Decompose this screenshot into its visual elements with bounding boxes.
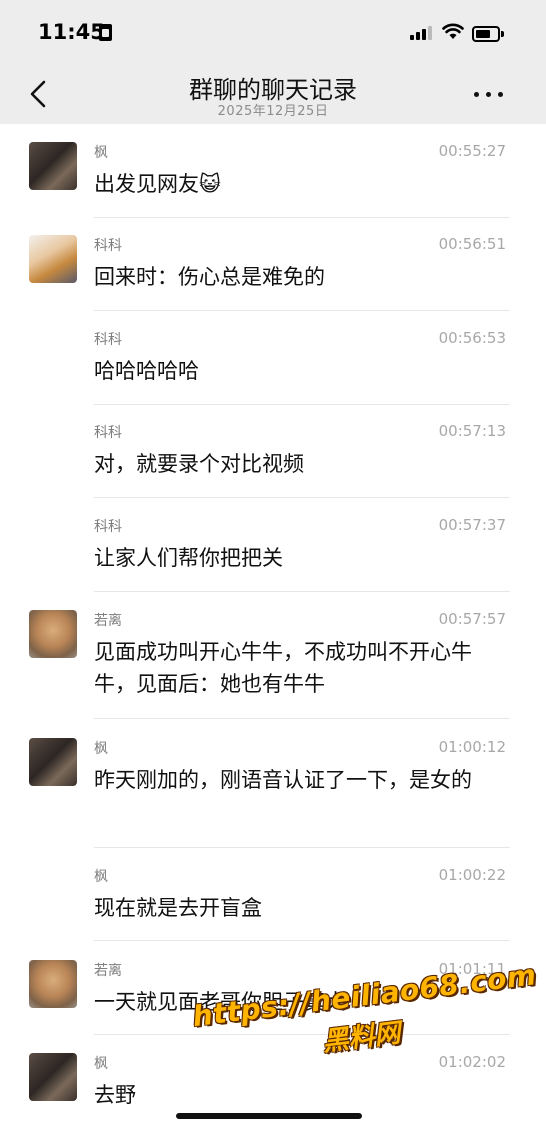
message-text: 现在就是去开盲盒: [94, 896, 262, 920]
sender-name: 若离: [94, 613, 122, 629]
message-text: 见面成功叫开心牛牛，不成功叫不开心牛牛，见面后：她也有牛牛: [94, 640, 472, 696]
sender-name: 枫: [94, 741, 108, 757]
avatar[interactable]: [29, 235, 77, 283]
message-time: 00:57:57: [438, 610, 506, 628]
message-time: 01:02:02: [438, 1053, 506, 1071]
message-time: 00:56:53: [438, 329, 506, 347]
status-bar: 11:45: [0, 0, 546, 66]
navigation-bar: 群聊的聊天记录 2025年12月25日: [0, 66, 546, 124]
sim-card-icon: [99, 24, 112, 41]
message-text: 对，就要录个对比视频: [94, 452, 304, 476]
battery-icon: [472, 26, 504, 42]
message-time: 01:00:22: [438, 866, 506, 884]
cellular-signal-icon: [410, 26, 432, 40]
list-item: 枫 00:55:27 出发见网友😺: [0, 124, 546, 218]
avatar[interactable]: [29, 960, 77, 1008]
sender-name: 若离: [94, 963, 122, 979]
message-time: 00:56:51: [438, 235, 506, 253]
avatar[interactable]: [29, 1053, 77, 1101]
sender-name: 科科: [94, 425, 122, 441]
list-item: 枫 01:00:22 现在就是去开盲盒: [0, 848, 546, 941]
page-subtitle-date: 2025年12月25日: [217, 104, 329, 119]
list-item: 枫 01:00:12 昨天刚加的，刚语音认证了一下，是女的: [0, 719, 546, 848]
message-text: 回来时：伤心总是难免的: [94, 265, 325, 289]
more-options-button[interactable]: [472, 78, 506, 108]
sender-name: 科科: [94, 519, 122, 535]
sender-name: 科科: [94, 332, 122, 348]
sender-name: 科科: [94, 238, 122, 254]
message-text: 昨天刚加的，刚语音认证了一下，是女的: [94, 768, 472, 792]
message-text: 出发见网友😺: [94, 172, 221, 196]
sender-name: 枫: [94, 1056, 108, 1072]
status-time: 11:45: [38, 20, 105, 44]
message-time: 00:55:27: [438, 142, 506, 160]
list-item: 科科 00:57:37 让家人们帮你把把关: [0, 498, 546, 592]
message-time: 01:00:12: [438, 738, 506, 756]
message-text: 去野: [94, 1083, 136, 1107]
list-item: 科科 00:56:51 回来时：伤心总是难免的: [0, 218, 546, 311]
sender-name: 枫: [94, 145, 108, 161]
avatar[interactable]: [29, 610, 77, 658]
list-item: 科科 00:57:13 对，就要录个对比视频: [0, 405, 546, 498]
message-time: 00:57:37: [438, 516, 506, 534]
home-indicator[interactable]: [176, 1113, 362, 1119]
avatar[interactable]: [29, 142, 77, 190]
sender-name: 枫: [94, 869, 108, 885]
message-text: 让家人们帮你把把关: [94, 546, 283, 570]
message-time: 00:57:13: [438, 422, 506, 440]
list-item: 科科 00:56:53 哈哈哈哈哈: [0, 311, 546, 405]
list-item: 若离 00:57:57 见面成功叫开心牛牛，不成功叫不开心牛牛，见面后：她也有牛…: [0, 592, 546, 719]
avatar[interactable]: [29, 738, 77, 786]
message-text: 哈哈哈哈哈: [94, 359, 199, 383]
wifi-icon: [442, 23, 464, 39]
